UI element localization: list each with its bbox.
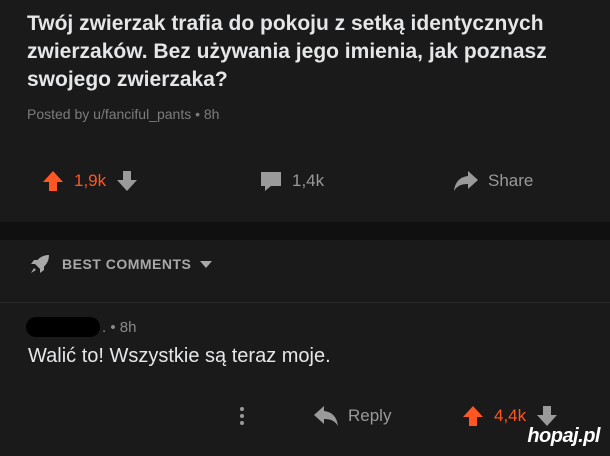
sort-label: BEST COMMENTS	[62, 256, 192, 272]
comment-score: 4,4k	[494, 406, 527, 425]
more-icon	[234, 403, 250, 429]
comment-body: Walić to! Wszystkie są teraz moje.	[28, 345, 331, 367]
post-actions: 1,9k 1,4k Share	[0, 166, 610, 196]
more-options-button[interactable]	[234, 401, 250, 431]
comment-icon	[258, 168, 284, 194]
post-title[interactable]: Twój zwierzak trafia do pokoju z setką i…	[27, 10, 587, 94]
sort-selector[interactable]: BEST COMMENTS	[28, 252, 213, 276]
comment-actions: Reply 4,4k	[0, 401, 610, 431]
watermark-logo: hopaj.pl	[527, 425, 600, 447]
post-card: Twój zwierzak trafia do pokoju z setką i…	[0, 0, 610, 222]
post-upvote-count: 1,9k	[74, 171, 107, 190]
redacted-username	[26, 317, 100, 337]
vote-group: 1,9k	[40, 166, 140, 196]
chevron-down-icon	[199, 259, 213, 269]
comment: . • 8h Walić to! Wszystkie są teraz moje…	[0, 303, 610, 456]
rocket-icon	[28, 252, 52, 276]
upvote-icon[interactable]	[40, 168, 66, 194]
post-comment-count: 1,4k	[292, 171, 325, 190]
downvote-icon[interactable]	[114, 168, 140, 194]
comment-time: . • 8h	[102, 318, 137, 336]
sort-bar: BEST COMMENTS	[0, 240, 610, 303]
reply-label: Reply	[348, 406, 392, 425]
section-divider	[0, 222, 610, 240]
reply-button[interactable]: Reply	[312, 401, 399, 431]
upvote-icon[interactable]	[460, 403, 486, 429]
reply-icon	[312, 403, 340, 429]
comment-header: . • 8h	[26, 317, 136, 337]
share-label: Share	[488, 171, 534, 190]
post-meta: Posted by u/fanciful_pants • 8h	[27, 106, 220, 122]
comments-button[interactable]: 1,4k	[258, 166, 332, 196]
share-icon	[452, 168, 480, 194]
share-button[interactable]: Share	[452, 166, 541, 196]
